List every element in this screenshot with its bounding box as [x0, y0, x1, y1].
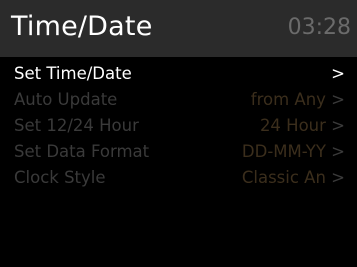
menu-item-set-time-date[interactable]: Set Time/Date > [0, 60, 357, 86]
menu-item-set-12-24-hour[interactable]: Set 12/24 Hour 24 Hour > [0, 112, 357, 138]
chevron-right-icon: > [331, 90, 345, 109]
menu-list: Set Time/Date > Auto Update from Any > S… [0, 60, 357, 190]
screen: Time/Date 03:28 Set Time/Date > Auto Upd… [0, 0, 357, 267]
menu-item-clock-style[interactable]: Clock Style Classic An > [0, 164, 357, 190]
menu-item-value: Classic An > [241, 168, 345, 187]
chevron-right-icon: > [331, 142, 345, 161]
menu-item-auto-update[interactable]: Auto Update from Any > [0, 86, 357, 112]
menu-item-value: from Any > [250, 90, 345, 109]
menu-item-value: 24 Hour > [259, 116, 345, 135]
header-bar: Time/Date 03:28 [0, 0, 357, 57]
menu-item-value: DD-MM-YY > [241, 142, 345, 161]
page-title: Time/Date [11, 11, 153, 42]
menu-item-value: > [331, 63, 345, 85]
chevron-right-icon: > [331, 116, 345, 135]
menu-item-label: Set Time/Date [14, 64, 132, 83]
menu-item-label: Set 12/24 Hour [14, 116, 139, 135]
menu-item-label: Auto Update [14, 90, 118, 109]
chevron-right-icon: > [331, 64, 345, 83]
menu-item-label: Set Data Format [14, 142, 150, 161]
chevron-right-icon: > [331, 168, 345, 187]
menu-item-label: Clock Style [14, 168, 106, 187]
menu-item-set-data-format[interactable]: Set Data Format DD-MM-YY > [0, 138, 357, 164]
clock-display: 03:28 [287, 15, 351, 40]
